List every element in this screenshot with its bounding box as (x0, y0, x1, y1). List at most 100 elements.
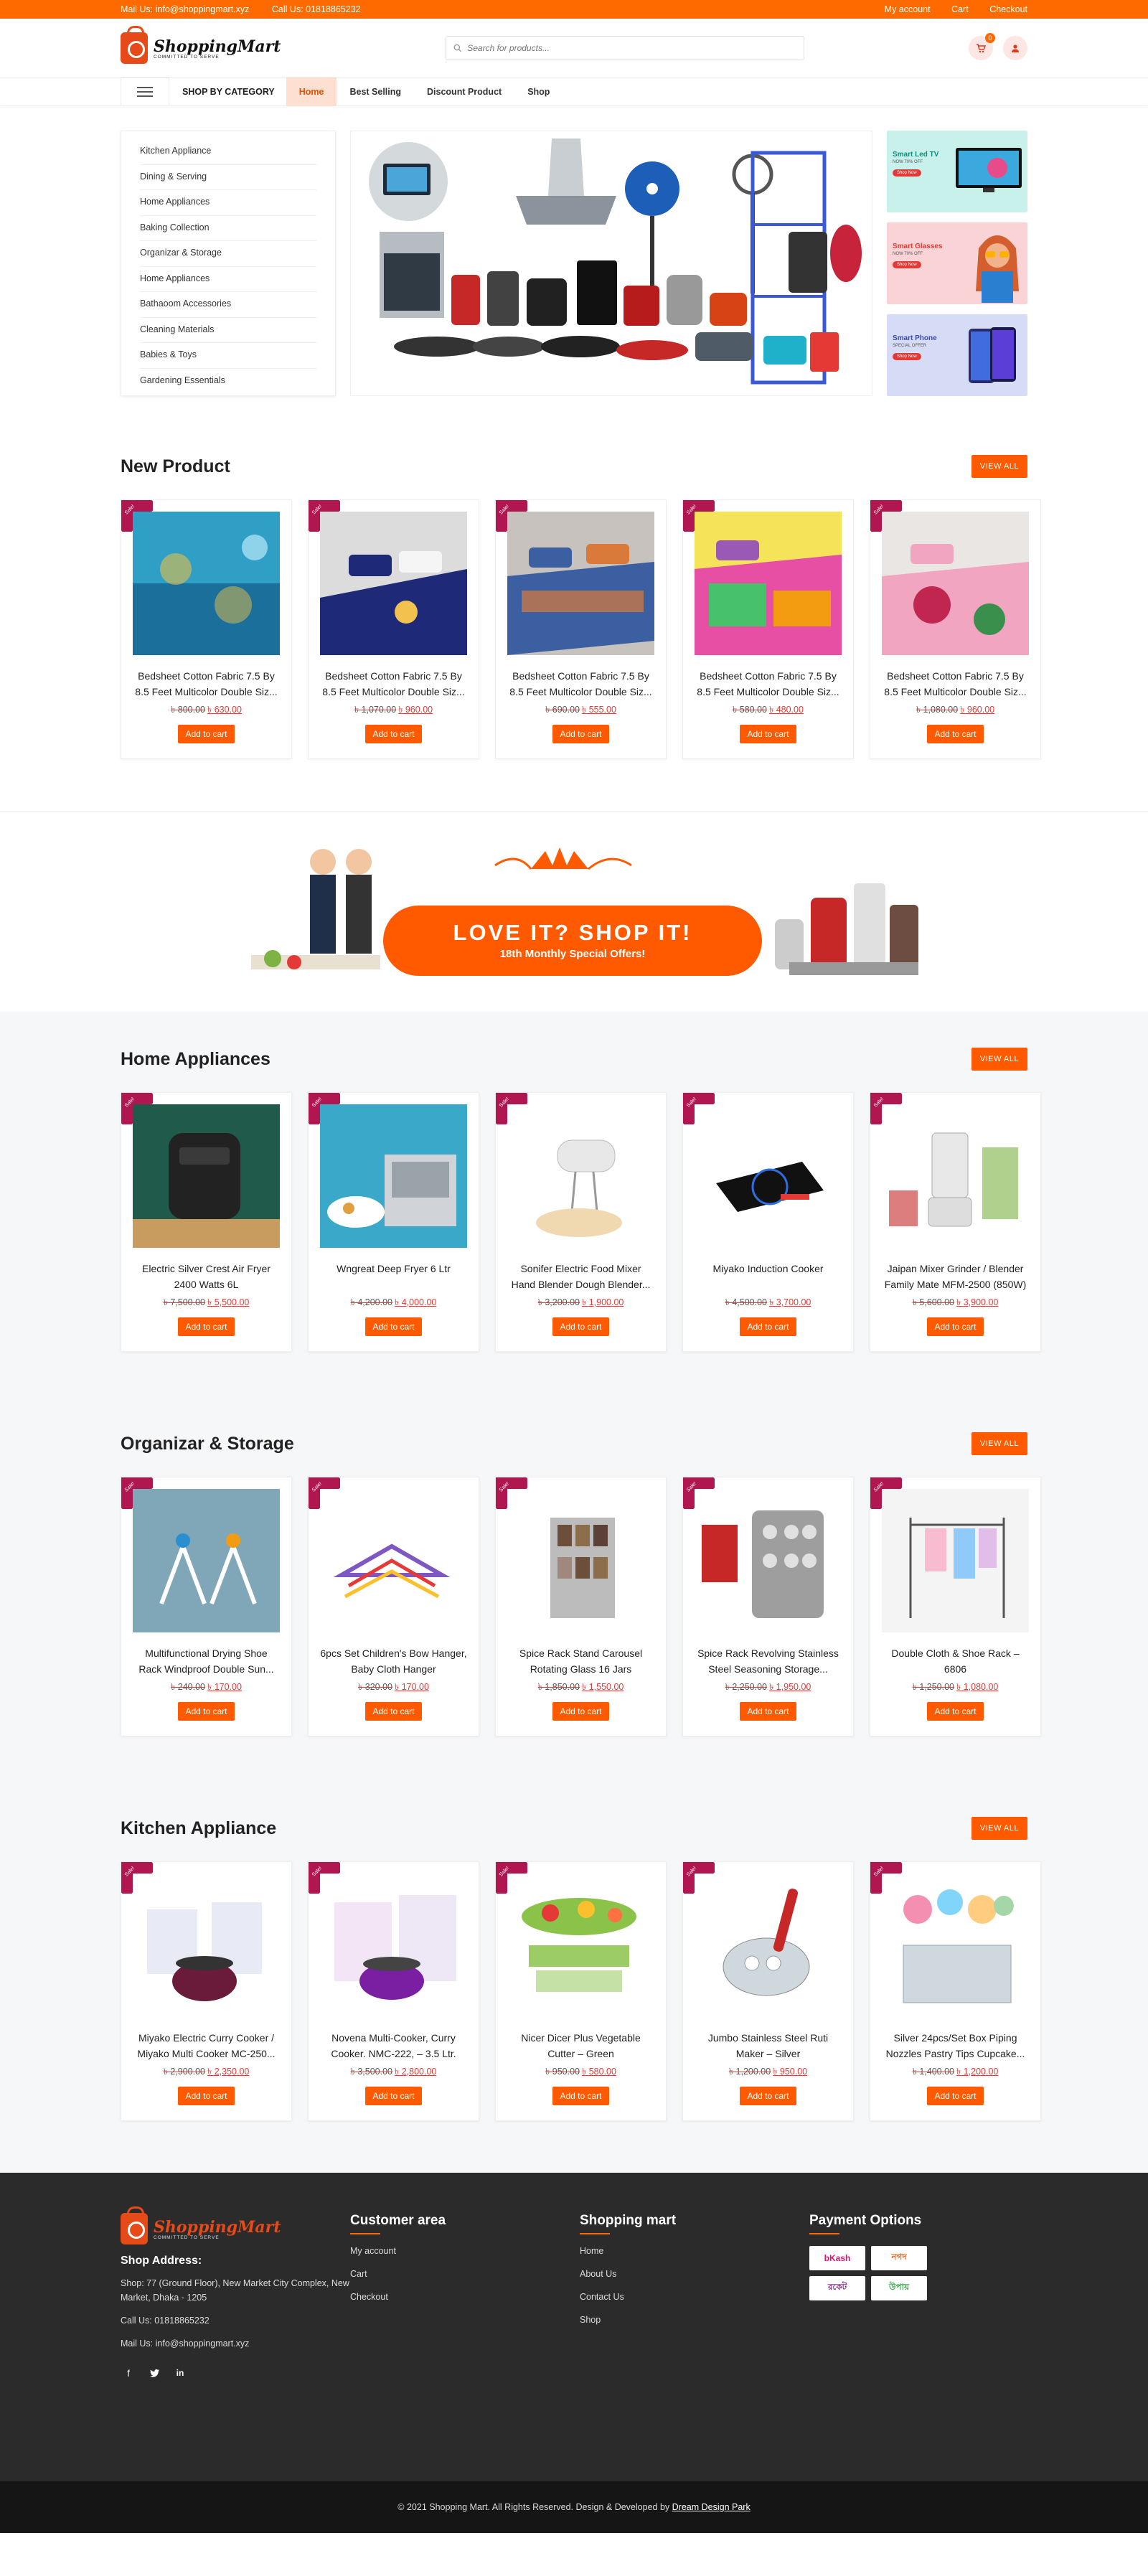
add-to-cart-button[interactable]: Add to cart (552, 1317, 609, 1336)
product-image[interactable] (695, 1489, 842, 1632)
category-item[interactable]: Home Appliances (121, 266, 335, 292)
linkedin-icon[interactable]: in (172, 2365, 188, 2381)
view-all-button[interactable]: VIEW ALL (971, 455, 1027, 478)
product-name[interactable]: Electric Silver Crest Air Fryer 2400 Wat… (133, 1261, 280, 1292)
product-image[interactable] (320, 1874, 467, 2017)
footer-link-contact[interactable]: Contact Us (580, 2292, 809, 2302)
product-name[interactable]: Silver 24pcs/Set Box Piping Nozzles Past… (882, 2030, 1029, 2062)
product-image[interactable] (320, 512, 467, 655)
product-name[interactable]: Bedsheet Cotton Fabric 7.5 By 8.5 Feet M… (882, 668, 1029, 700)
add-to-cart-button[interactable]: Add to cart (552, 1702, 609, 1721)
product-card[interactable]: Sale! Multifunctional Drying Shoe Rack W… (121, 1477, 292, 1736)
product-card[interactable]: Sale! Bedsheet Cotton Fabric 7.5 By 8.5 … (121, 499, 292, 759)
product-image[interactable] (695, 512, 842, 655)
product-name[interactable]: Spice Rack Stand Carousel Rotating Glass… (507, 1645, 654, 1677)
product-card[interactable]: Sale! Double Cloth & Shoe Rack – 6806 ৳ … (870, 1477, 1041, 1736)
product-name[interactable]: 6pcs Set Children's Bow Hanger, Baby Clo… (320, 1645, 467, 1677)
promo-shop-button[interactable]: Shop Now (893, 169, 921, 177)
add-to-cart-button[interactable]: Add to cart (178, 2087, 235, 2105)
developer-link[interactable]: Dream Design Park (672, 2502, 751, 2512)
view-all-button[interactable]: VIEW ALL (971, 1432, 1027, 1455)
footer-link-checkout[interactable]: Checkout (350, 2292, 580, 2302)
add-to-cart-button[interactable]: Add to cart (740, 1702, 796, 1721)
search-box[interactable] (445, 36, 804, 60)
add-to-cart-button[interactable]: Add to cart (927, 2087, 984, 2105)
product-name[interactable]: Nicer Dicer Plus Vegetable Cutter – Gree… (507, 2030, 654, 2062)
product-card[interactable]: Sale! Miyako Electric Curry Cooker / Miy… (121, 1861, 292, 2121)
category-item[interactable]: Kitchen Appliance (121, 138, 335, 165)
nav-best-selling[interactable]: Best Selling (337, 77, 414, 106)
add-to-cart-button[interactable]: Add to cart (365, 2087, 422, 2105)
top-link-account[interactable]: My account (885, 4, 931, 14)
footer-link-shop[interactable]: Shop (580, 2315, 809, 2325)
add-to-cart-button[interactable]: Add to cart (552, 725, 609, 743)
product-card[interactable]: Sale! Bedsheet Cotton Fabric 7.5 By 8.5 … (682, 499, 854, 759)
category-item[interactable]: Baking Collection (121, 215, 335, 241)
product-name[interactable]: Bedsheet Cotton Fabric 7.5 By 8.5 Feet M… (320, 668, 467, 700)
product-image[interactable] (695, 1874, 842, 2017)
product-card[interactable]: Sale! Bedsheet Cotton Fabric 7.5 By 8.5 … (308, 499, 479, 759)
add-to-cart-button[interactable]: Add to cart (927, 1317, 984, 1336)
category-item[interactable]: Bathaoom Accessories (121, 291, 335, 318)
product-name[interactable]: Bedsheet Cotton Fabric 7.5 By 8.5 Feet M… (507, 668, 654, 700)
add-to-cart-button[interactable]: Add to cart (178, 1702, 235, 1721)
promo-smart-glasses[interactable]: Smart Glasses NOW 70% OFF Shop Now (887, 222, 1027, 304)
product-name[interactable]: Novena Multi-Cooker, Curry Cooker. NMC-2… (320, 2030, 467, 2062)
product-image[interactable] (882, 1104, 1029, 1248)
product-image[interactable] (507, 1104, 654, 1248)
product-name[interactable]: Miyako Induction Cooker (695, 1261, 842, 1292)
product-name[interactable]: Bedsheet Cotton Fabric 7.5 By 8.5 Feet M… (133, 668, 280, 700)
add-to-cart-button[interactable]: Add to cart (927, 1702, 984, 1721)
promo-strip[interactable]: LOVE IT? SHOP IT! 18th Monthly Special O… (0, 811, 1148, 1012)
top-call[interactable]: Call Us: 01818865232 (272, 4, 361, 14)
shop-by-category[interactable]: SHOP BY CATEGORY (182, 87, 275, 97)
product-name[interactable]: Wngreat Deep Fryer 6 Ltr (320, 1261, 467, 1292)
footer-logo[interactable]: ShoppingMart COMMITTED TO SERVE (121, 2206, 350, 2244)
twitter-icon[interactable] (146, 2365, 162, 2381)
add-to-cart-button[interactable]: Add to cart (552, 2087, 609, 2105)
add-to-cart-button[interactable]: Add to cart (178, 1317, 235, 1336)
product-name[interactable]: Jumbo Stainless Steel Ruti Maker – Silve… (695, 2030, 842, 2062)
top-link-cart[interactable]: Cart (951, 4, 969, 14)
category-item[interactable]: Organizar & Storage (121, 240, 335, 267)
hero-banner-image[interactable] (350, 131, 872, 396)
promo-smart-tv[interactable]: Smart Led TV NOW 70% OFF Shop Now (887, 131, 1027, 212)
product-image[interactable] (695, 1104, 842, 1248)
add-to-cart-button[interactable]: Add to cart (365, 1317, 422, 1336)
add-to-cart-button[interactable]: Add to cart (365, 725, 422, 743)
product-image[interactable] (133, 1104, 280, 1248)
product-image[interactable] (320, 1104, 467, 1248)
product-card[interactable]: Sale! Wngreat Deep Fryer 6 Ltr ৳ 4,200.0… (308, 1092, 479, 1352)
product-card[interactable]: Sale! Bedsheet Cotton Fabric 7.5 By 8.5 … (870, 499, 1041, 759)
nav-shop[interactable]: Shop (514, 77, 563, 106)
product-image[interactable] (507, 1489, 654, 1632)
product-name[interactable]: Double Cloth & Shoe Rack – 6806 (882, 1645, 1029, 1677)
product-image[interactable] (133, 1489, 280, 1632)
menu-icon[interactable] (121, 77, 169, 106)
nav-home[interactable]: Home (286, 77, 337, 106)
footer-link-about[interactable]: About Us (580, 2269, 809, 2279)
product-card[interactable]: Sale! Electric Silver Crest Air Fryer 24… (121, 1092, 292, 1352)
product-card[interactable]: Sale! Bedsheet Cotton Fabric 7.5 By 8.5 … (495, 499, 667, 759)
category-item[interactable]: Home Appliances (121, 189, 335, 216)
site-logo[interactable]: ShoppingMart COMMITTED TO SERVE (121, 26, 281, 64)
product-card[interactable]: Sale! Nicer Dicer Plus Vegetable Cutter … (495, 1861, 667, 2121)
top-link-checkout[interactable]: Checkout (989, 4, 1027, 14)
product-card[interactable]: Sale! 6pcs Set Children's Bow Hanger, Ba… (308, 1477, 479, 1736)
product-image[interactable] (882, 1489, 1029, 1632)
add-to-cart-button[interactable]: Add to cart (740, 2087, 796, 2105)
add-to-cart-button[interactable]: Add to cart (740, 725, 796, 743)
search-input[interactable] (467, 43, 796, 53)
add-to-cart-button[interactable]: Add to cart (927, 725, 984, 743)
view-all-button[interactable]: VIEW ALL (971, 1817, 1027, 1840)
add-to-cart-button[interactable]: Add to cart (740, 1317, 796, 1336)
product-name[interactable]: Sonifer Electric Food Mixer Hand Blender… (507, 1261, 654, 1292)
product-card[interactable]: Sale! Sonifer Electric Food Mixer Hand B… (495, 1092, 667, 1352)
product-name[interactable]: Jaipan Mixer Grinder / Blender Family Ma… (882, 1261, 1029, 1292)
promo-headline-pill[interactable]: LOVE IT? SHOP IT! 18th Monthly Special O… (383, 906, 762, 976)
product-image[interactable] (133, 1874, 280, 2017)
promo-shop-button[interactable]: Shop Now (893, 261, 921, 268)
cart-button[interactable]: 0 (968, 33, 995, 60)
product-card[interactable]: Sale! Silver 24pcs/Set Box Piping Nozzle… (870, 1861, 1041, 2121)
product-image[interactable] (507, 512, 654, 655)
